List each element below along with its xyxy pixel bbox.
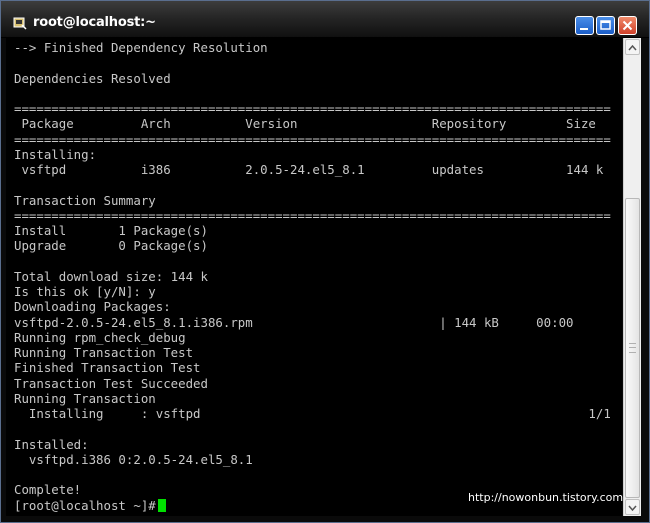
arrow-down-icon <box>628 505 637 512</box>
text-cursor <box>157 498 166 512</box>
scrollbar-thumb[interactable] <box>625 198 640 498</box>
terminal-line: Downloading Packages: <box>14 299 171 315</box>
terminal-output[interactable]: --> Finished Dependency Resolution Depend… <box>6 38 622 516</box>
minimize-button[interactable] <box>575 16 594 35</box>
shell-prompt: [root@localhost ~]# <box>14 497 156 513</box>
vertical-scrollbar[interactable] <box>623 38 641 516</box>
terminal-line: vsftpd-2.0.5-24.el5_8.1.i386.rpm | 144 k… <box>14 314 574 330</box>
terminal-line: Install 1 Package(s) <box>14 223 208 238</box>
terminal-line: Transaction Summary <box>14 192 156 208</box>
terminal-line: ========================================… <box>14 207 611 223</box>
maximize-button[interactable] <box>596 16 615 35</box>
terminal-lines: --> Finished Dependency Resolution Depend… <box>14 40 611 513</box>
minimize-icon <box>580 28 588 30</box>
terminal-line: Installed: <box>14 436 89 452</box>
terminal-line: Installing : vsftpd 1/1 <box>14 406 611 421</box>
maximize-icon <box>600 20 611 30</box>
terminal-window: root@localhost:~ --> Finished Dependency… <box>0 0 650 523</box>
terminal-line: Running Transaction <box>14 390 156 406</box>
scrollbar-grip <box>629 343 636 353</box>
arrow-up-icon <box>628 44 637 51</box>
scroll-down-button[interactable] <box>625 499 640 515</box>
terminal-line: ========================================… <box>14 131 611 147</box>
terminal-line: Installing: <box>14 146 97 162</box>
terminal-line: Running Transaction Test <box>14 345 194 360</box>
terminal-line: Transaction Test Succeeded <box>14 375 208 391</box>
terminal-line: Dependencies Resolved <box>14 70 171 86</box>
terminal-line: --> Finished Dependency Resolution <box>14 40 268 55</box>
terminal-line: Is this ok [y/N]: y <box>14 284 156 299</box>
terminal-line: Finished Transaction Test <box>14 360 201 376</box>
terminal-line: Upgrade 0 Package(s) <box>14 238 208 254</box>
window-title: root@localhost:~ <box>33 15 156 30</box>
terminal-line: vsftpd.i386 0:2.0.5-24.el5_8.1 <box>14 451 253 467</box>
terminal-line: ========================================… <box>14 101 611 116</box>
scroll-up-button[interactable] <box>625 39 640 55</box>
terminal-line: Running rpm_check_debug <box>14 329 186 345</box>
terminal-line: vsftpd i386 2.0.5-24.el5_8.1 updates 144… <box>14 162 604 177</box>
close-icon <box>622 20 633 31</box>
terminal-line: Total download size: 144 k <box>14 268 208 284</box>
terminal-icon[interactable] <box>13 16 27 30</box>
terminal-line: Package Arch Version Repository Size <box>14 116 596 132</box>
close-button[interactable] <box>618 16 637 35</box>
title-bar[interactable]: root@localhost:~ <box>1 1 649 38</box>
watermark-text: http://nowonbun.tistory.com <box>468 491 624 504</box>
